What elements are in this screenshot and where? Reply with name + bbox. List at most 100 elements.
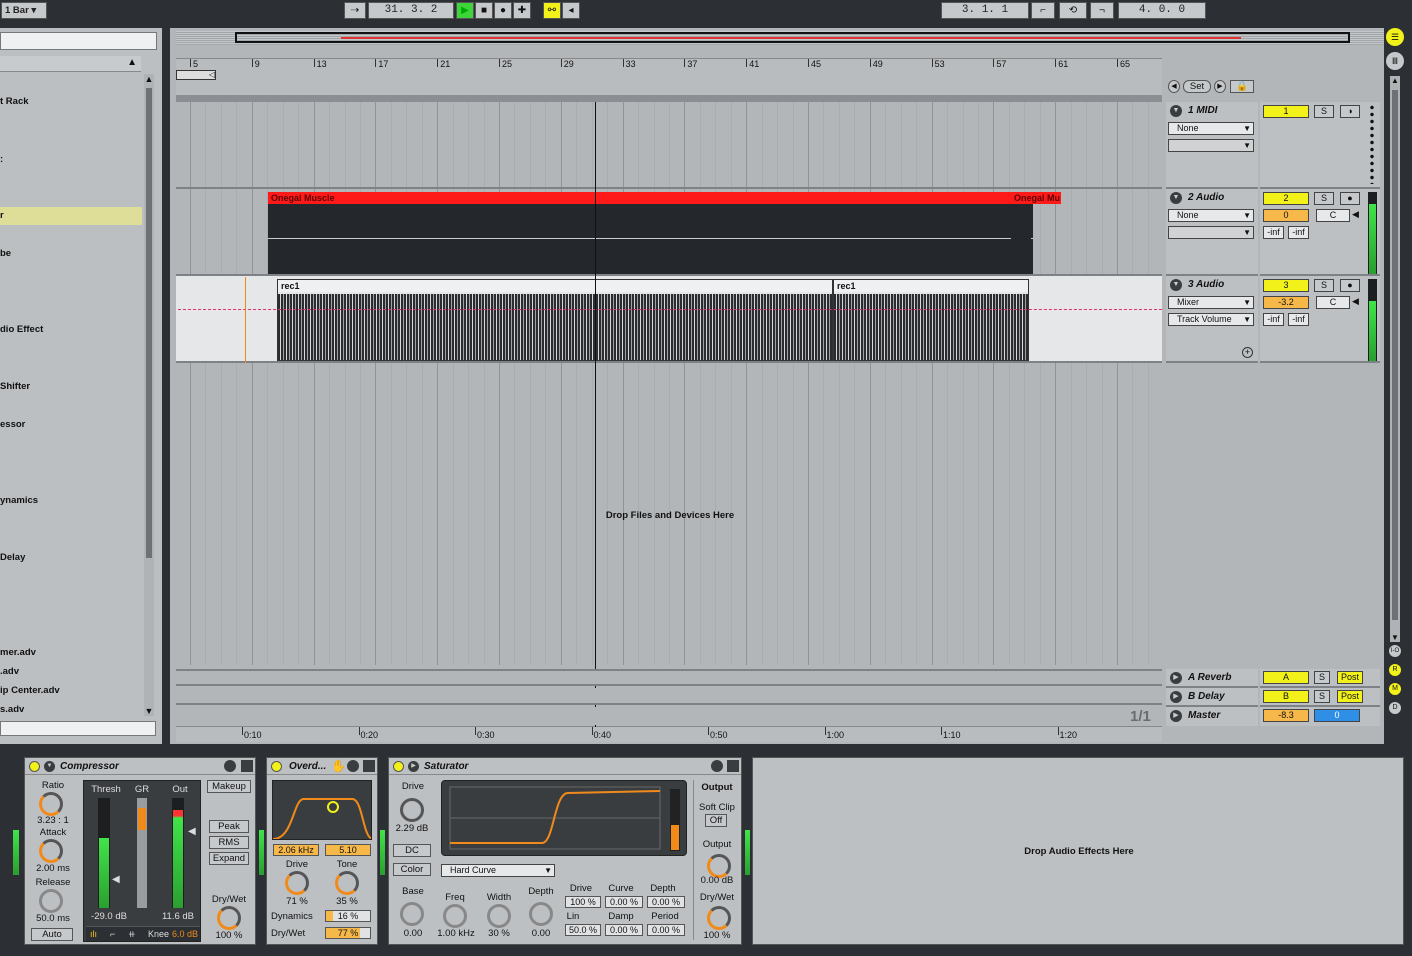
peak-mode-icon[interactable]: ılı bbox=[90, 929, 97, 939]
send-b-field[interactable]: -inf bbox=[1288, 313, 1309, 326]
input-channel-select[interactable] bbox=[1168, 139, 1254, 152]
power-icon[interactable] bbox=[393, 761, 404, 772]
scroll-thumb[interactable] bbox=[1392, 90, 1398, 620]
thresh-arrow-icon[interactable]: ◀ bbox=[112, 874, 120, 885]
dynamics-field[interactable]: 16 % bbox=[325, 910, 371, 922]
arm-button[interactable]: ● bbox=[1340, 279, 1360, 292]
beat-ruler[interactable]: 5 9 13 17 21 25 29 33 37 41 45 49 53 57 61 65 bbox=[176, 58, 1162, 96]
stop-button[interactable]: ■ bbox=[475, 2, 493, 19]
browser-item-selected[interactable]: r bbox=[0, 207, 142, 225]
makeup-button[interactable]: Makeup bbox=[207, 780, 251, 793]
browser-item[interactable]: ynamics bbox=[0, 495, 38, 506]
track-activator[interactable]: 2 bbox=[1263, 192, 1309, 205]
scroll-up-icon[interactable]: ▲ bbox=[144, 74, 154, 84]
filter-display[interactable] bbox=[272, 780, 372, 840]
send-a-field[interactable]: -inf bbox=[1263, 226, 1284, 239]
attack-knob[interactable] bbox=[39, 839, 63, 863]
scroll-thumb[interactable] bbox=[146, 88, 152, 558]
song-position[interactable]: 31. 3. 2 bbox=[368, 2, 454, 19]
master-volume[interactable]: -8.3 bbox=[1263, 709, 1309, 722]
browser-item[interactable]: dio Effect bbox=[0, 324, 43, 335]
color-button[interactable]: Color bbox=[393, 863, 431, 876]
fold-icon[interactable]: ▼ bbox=[1170, 105, 1182, 117]
drywet-knob[interactable] bbox=[217, 906, 241, 930]
input-select[interactable]: None bbox=[1168, 122, 1254, 135]
waveshaper-display[interactable] bbox=[441, 780, 687, 856]
browser-preview-field[interactable] bbox=[0, 721, 156, 736]
frequency-field[interactable]: 2.06 kHz bbox=[273, 844, 319, 856]
ratio-knob[interactable] bbox=[39, 792, 63, 816]
audio-clip[interactable]: rec1 bbox=[833, 279, 1029, 361]
next-locator-button[interactable]: ▶ bbox=[1214, 80, 1226, 93]
time-ruler[interactable]: 0:10 0:20 0:30 0:40 0:50 1:00 1:10 1:20 bbox=[176, 726, 1162, 742]
loop-start[interactable]: 3. 1. 1 bbox=[941, 2, 1029, 19]
browser-item[interactable]: : bbox=[0, 154, 3, 165]
solo-button[interactable]: S bbox=[1314, 279, 1334, 292]
track-name[interactable]: B Delay bbox=[1188, 691, 1225, 702]
fold-icon[interactable]: ▼ bbox=[44, 761, 55, 772]
out-arrow-icon[interactable]: ◀ bbox=[188, 826, 196, 837]
browser-item[interactable]: Shifter bbox=[0, 381, 30, 392]
track-name[interactable]: Master bbox=[1188, 710, 1220, 721]
solo-button[interactable]: S bbox=[1314, 105, 1334, 118]
track-name[interactable]: A Reverb bbox=[1188, 672, 1232, 683]
freq-knob[interactable] bbox=[443, 904, 467, 928]
solo-button[interactable]: S bbox=[1314, 690, 1330, 703]
arrangement-overview[interactable] bbox=[176, 31, 1384, 45]
automation-line[interactable] bbox=[178, 309, 1162, 310]
softclip-button[interactable]: Off bbox=[705, 814, 727, 827]
arrangement-vscrollbar[interactable]: ▲ ▼ bbox=[1390, 76, 1400, 642]
browser-column-header[interactable]: ▲ bbox=[0, 56, 141, 72]
audio-clip[interactable]: Onegal Mu bbox=[1011, 192, 1061, 274]
track-name[interactable]: 2 Audio bbox=[1188, 192, 1224, 203]
returns-toggle[interactable]: R bbox=[1389, 664, 1401, 676]
back-to-arrangement-button[interactable]: ◂ bbox=[562, 2, 580, 19]
send-b-field[interactable]: -inf bbox=[1288, 226, 1309, 239]
browser-item[interactable]: s.adv bbox=[0, 704, 24, 715]
track-name[interactable]: 3 Audio bbox=[1188, 279, 1224, 290]
browser-item[interactable]: t Rack bbox=[0, 96, 29, 107]
drywet-field[interactable]: 77 % bbox=[325, 927, 371, 939]
arm-button[interactable]: ◑ bbox=[1340, 105, 1360, 118]
io-toggle[interactable]: I-O bbox=[1389, 645, 1401, 657]
p-period-field[interactable]: 0.00 % bbox=[647, 924, 685, 936]
pan-field[interactable]: C bbox=[1316, 296, 1350, 309]
arm-button[interactable]: ● bbox=[1340, 192, 1360, 205]
set-locator-button[interactable]: Set bbox=[1183, 80, 1211, 93]
fold-icon[interactable]: ▼ bbox=[1170, 279, 1182, 291]
track-activator[interactable]: 1 bbox=[1263, 105, 1309, 118]
width-knob[interactable] bbox=[487, 904, 511, 928]
play-button[interactable]: ▶ bbox=[456, 2, 474, 19]
pan-field[interactable]: C bbox=[1316, 209, 1350, 222]
drive-knob[interactable] bbox=[285, 871, 309, 895]
p-depth-field[interactable]: 0.00 % bbox=[647, 896, 685, 908]
loop-brace[interactable]: ◁ bbox=[176, 70, 216, 80]
track-activator[interactable]: A bbox=[1263, 671, 1309, 684]
volume-field[interactable]: 0 bbox=[1263, 209, 1309, 222]
audio-clip[interactable]: rec1 bbox=[277, 279, 833, 361]
return-header-a[interactable]: ▶ A Reverb bbox=[1166, 669, 1258, 688]
dc-button[interactable]: DC bbox=[393, 844, 431, 857]
base-knob[interactable] bbox=[400, 902, 424, 926]
scroll-up-icon[interactable]: ▲ bbox=[1390, 76, 1400, 85]
browser-search-field[interactable] bbox=[0, 32, 157, 50]
fold-icon[interactable]: ▶ bbox=[1170, 672, 1182, 684]
input-select[interactable]: Mixer bbox=[1168, 296, 1254, 309]
hand-icon[interactable]: ✋ bbox=[331, 759, 346, 773]
lock-button[interactable]: 🔒 bbox=[1230, 80, 1254, 93]
track-lane-midi[interactable] bbox=[176, 102, 1162, 189]
delay-toggle[interactable]: D bbox=[1389, 702, 1401, 714]
return-header-b[interactable]: ▶ B Delay bbox=[1166, 688, 1258, 707]
punch-in-button[interactable]: ⌐ bbox=[1031, 2, 1055, 19]
scroll-down-icon[interactable]: ▼ bbox=[144, 706, 154, 716]
curve-type-select[interactable]: Hard Curve bbox=[441, 864, 555, 877]
record-button[interactable]: ● bbox=[494, 2, 512, 19]
hotswap-icon[interactable] bbox=[711, 760, 723, 772]
post-button[interactable]: Post bbox=[1337, 671, 1363, 684]
browser-item[interactable]: essor bbox=[0, 419, 25, 430]
sidechain-icon[interactable] bbox=[224, 760, 236, 772]
master-lane[interactable] bbox=[176, 707, 1162, 725]
track-header-audio2[interactable]: ▼ 2 Audio None bbox=[1166, 189, 1258, 276]
track-name[interactable]: 1 MIDI bbox=[1188, 105, 1217, 116]
fold-icon[interactable]: ▶ bbox=[1170, 710, 1182, 722]
